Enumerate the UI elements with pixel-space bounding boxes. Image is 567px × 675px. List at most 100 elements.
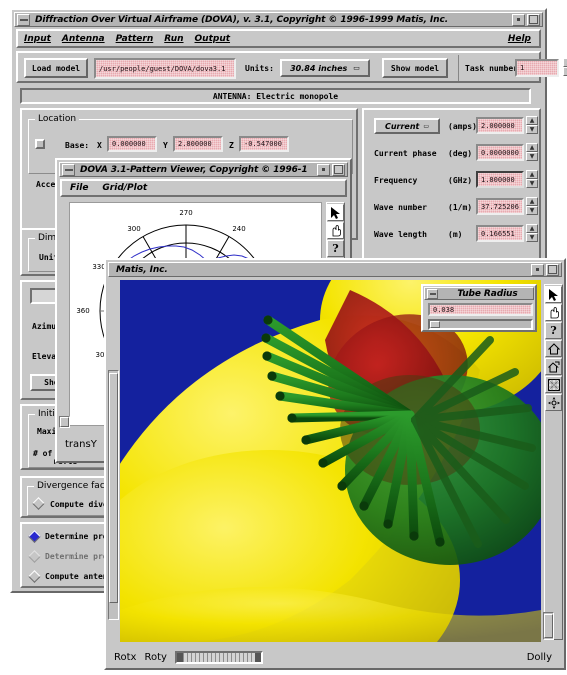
phase-spin-up-icon[interactable]: ▲	[526, 143, 538, 152]
tube-radius-slider-thumb[interactable]	[430, 321, 440, 328]
x-label: X	[97, 141, 102, 150]
units-label: Units:	[245, 64, 274, 73]
tube-radius-dialog: Tube Radius 0.038	[421, 284, 537, 332]
viewer-3d-slider[interactable]	[174, 650, 263, 664]
current-option-menu[interactable]: Current ▭	[374, 118, 440, 134]
current-phase-spinner[interactable]: ▲ ▼	[526, 143, 538, 161]
help-question-icon[interactable]: ?	[327, 240, 344, 257]
model-path-field[interactable]: /usr/people/guest/DOVA/dova3.1	[94, 58, 236, 79]
plot-scroll-left[interactable]	[59, 416, 70, 428]
arrow-cursor-icon-3d[interactable]	[545, 286, 562, 303]
menu-input[interactable]: Input	[24, 34, 51, 44]
menu-run[interactable]: Run	[164, 34, 183, 44]
viewer-3d-scroll-right-thumb[interactable]	[544, 614, 553, 638]
tube-radius-slider[interactable]	[428, 319, 533, 330]
menu-run-label: Run	[164, 33, 184, 44]
viewer-3d-scroll-left[interactable]	[108, 370, 119, 620]
hand-icon[interactable]	[327, 222, 344, 239]
home-reset-icon-3d[interactable]	[545, 358, 562, 375]
viewer-3d-scroll-left-thumb[interactable]	[109, 373, 118, 603]
polar-label-240: 240	[232, 225, 246, 233]
viewer-3d-menu-dot-button[interactable]	[531, 263, 544, 276]
units-value: 30.84 inches	[290, 63, 348, 73]
location-checkbox[interactable]	[35, 139, 45, 149]
menu-dot-button[interactable]	[512, 13, 525, 26]
menu-help-label: Help	[507, 33, 531, 44]
freq-spin-down-icon[interactable]: ▼	[526, 179, 538, 188]
current-value-field[interactable]: 2.000000	[476, 117, 524, 134]
frequency-spinner[interactable]: ▲ ▼	[526, 170, 538, 188]
current-phase-field[interactable]: 0.0000000	[476, 144, 524, 161]
hand-icon-3d[interactable]	[545, 304, 562, 321]
load-model-button[interactable]: Load model	[24, 58, 88, 78]
transy-label[interactable]: transY	[65, 439, 97, 450]
chevron-down-icon-current: ▭	[423, 122, 430, 130]
spin-down-icon[interactable]: ▼	[563, 67, 567, 76]
polar-label-270: 270	[179, 209, 193, 217]
units-option-menu[interactable]: 30.84 inches ▭	[280, 59, 370, 77]
frequency-field[interactable]: 1.800000	[476, 171, 524, 188]
wave-number-spinner[interactable]: ▲ ▼	[526, 197, 538, 215]
pattern-menu-file[interactable]: File	[70, 183, 88, 193]
tube-radius-minimize-button[interactable]	[427, 288, 438, 299]
plot-scroll-left-thumb[interactable]	[60, 417, 69, 427]
wave-number-field[interactable]: 37.725206	[476, 198, 524, 215]
rotx-label[interactable]: Rotx	[114, 652, 136, 663]
viewer-3d-slider-track[interactable]	[182, 652, 255, 662]
roty-label[interactable]: Roty	[144, 652, 166, 663]
base-y-field[interactable]: 2.800000	[173, 136, 223, 152]
home-icon-3d[interactable]	[545, 340, 562, 357]
viewer-3d-maximize-button[interactable]	[546, 263, 559, 276]
wn-spin-down-icon[interactable]: ▼	[526, 206, 538, 215]
current-spinner[interactable]: ▲ ▼	[526, 116, 538, 134]
pattern-viewer-minimize-button[interactable]	[62, 163, 75, 176]
menu-help[interactable]: Help	[508, 34, 539, 44]
viewer-3d-canvas[interactable]	[120, 280, 541, 642]
freq-spin-up-icon[interactable]: ▲	[526, 170, 538, 179]
move-axes-icon-3d[interactable]	[545, 394, 562, 411]
viewer-3d-titlebar[interactable]: Matis, Inc.	[108, 262, 562, 277]
wave-length-field[interactable]: 0.166551	[476, 225, 524, 242]
viewer-3d-slider-right-end[interactable]	[254, 652, 261, 662]
spin-up-icon[interactable]: ▲	[563, 58, 567, 67]
mesh-icon-3d[interactable]	[545, 376, 562, 393]
polar-label-300: 300	[127, 225, 141, 233]
wl-spin-down-icon[interactable]: ▼	[526, 233, 538, 242]
pattern-viewer-maximize-button[interactable]	[332, 163, 345, 176]
pattern-viewer-title: DOVA 3.1-Pattern Viewer, Copyright © 199…	[80, 164, 308, 175]
current-spin-down-icon[interactable]: ▼	[526, 125, 538, 134]
chevron-down-icon: ▭	[353, 64, 360, 72]
menu-output-label: Output	[194, 33, 231, 44]
tube-radius-titlebar[interactable]: Tube Radius	[424, 287, 534, 300]
tube-radius-field[interactable]: 0.038	[428, 303, 533, 316]
task-number-field[interactable]: 1	[515, 59, 559, 77]
pattern-viewer-titlebar[interactable]: DOVA 3.1-Pattern Viewer, Copyright © 199…	[59, 162, 348, 177]
arrow-cursor-icon[interactable]	[327, 204, 344, 221]
task-number-spinner[interactable]: ▲ ▼	[563, 58, 567, 76]
main-window-titlebar[interactable]: Diffraction Over Virtual Airframe (DOVA)…	[14, 12, 543, 27]
phase-spin-down-icon[interactable]: ▼	[526, 152, 538, 161]
wave-length-spinner[interactable]: ▲ ▼	[526, 224, 538, 242]
minimize-button[interactable]	[17, 13, 30, 26]
menu-antenna-label: Antenna	[61, 33, 105, 44]
wn-spin-up-icon[interactable]: ▲	[526, 197, 538, 206]
show-model-button[interactable]: Show model	[382, 58, 448, 78]
viewer-3d-dolly-label[interactable]: Dolly	[527, 652, 558, 663]
help-question-icon-3d[interactable]: ?	[545, 322, 562, 339]
run-option-2-radio[interactable]	[28, 570, 41, 583]
run-option-0-radio[interactable]	[28, 530, 41, 543]
menu-pattern[interactable]: Pattern	[116, 34, 154, 44]
pattern-viewer-menu-dot-button[interactable]	[317, 163, 330, 176]
base-x-field[interactable]: 0.000000	[107, 136, 157, 152]
current-spin-up-icon[interactable]: ▲	[526, 116, 538, 125]
viewer-3d-scroll-right[interactable]	[543, 612, 554, 640]
menu-antenna[interactable]: Antenna	[62, 34, 105, 44]
polar-label-360: 360	[76, 307, 90, 315]
menu-output[interactable]: Output	[195, 34, 231, 44]
pattern-menu-gridplot[interactable]: Grid/Plot	[102, 183, 147, 193]
viewer-3d-window: Matis, Inc. Tube Radius 0.038 ? Rotx Rot…	[104, 258, 566, 670]
maximize-button[interactable]	[527, 13, 540, 26]
compute-divergence-radio[interactable]	[32, 497, 45, 510]
base-z-field[interactable]: -0.547000	[239, 136, 289, 152]
wl-spin-up-icon[interactable]: ▲	[526, 224, 538, 233]
